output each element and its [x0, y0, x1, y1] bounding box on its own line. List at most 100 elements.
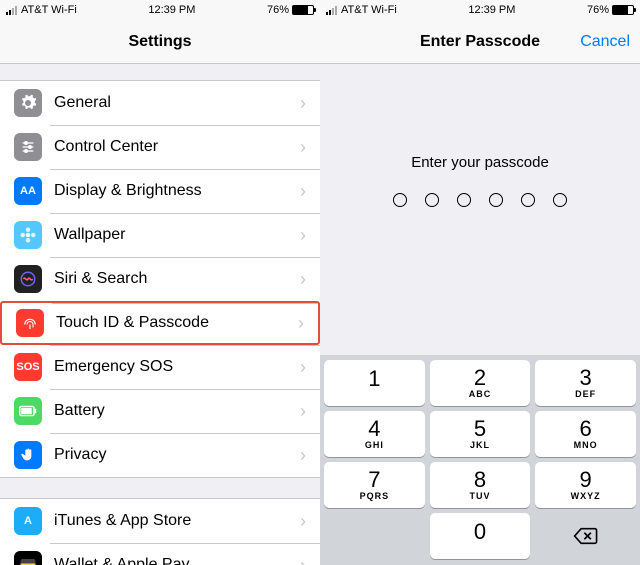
- keypad-key-3[interactable]: 3DEF: [535, 360, 636, 406]
- settings-row-display-brightness[interactable]: AA Display & Brightness›: [0, 169, 320, 213]
- nav-bar: Settings: [0, 20, 320, 64]
- chevron-right-icon: ›: [300, 511, 306, 532]
- settings-row-wallpaper[interactable]: Wallpaper›: [0, 213, 320, 257]
- battery-icon: [14, 397, 42, 425]
- key-letters: PQRS: [360, 491, 390, 501]
- itunes-appstore-icon: A: [14, 507, 42, 535]
- settings-row-emergency-sos[interactable]: SOSEmergency SOS›: [0, 345, 320, 389]
- wallet-applepay-icon: [14, 551, 42, 565]
- row-label: Wallpaper: [54, 226, 300, 244]
- keypad-key-6[interactable]: 6MNO: [535, 411, 636, 457]
- row-label: Emergency SOS: [54, 358, 300, 376]
- keypad-delete[interactable]: [535, 513, 636, 559]
- row-label: Wallet & Apple Pay: [54, 556, 300, 565]
- settings-row-wallet-applepay[interactable]: Wallet & Apple Pay›: [0, 543, 320, 565]
- row-label: iTunes & App Store: [54, 512, 300, 530]
- battery-icon: [612, 5, 634, 15]
- control-center-icon: [14, 133, 42, 161]
- signal-icon: [326, 6, 337, 15]
- chevron-right-icon: ›: [300, 445, 306, 466]
- settings-row-privacy[interactable]: Privacy›: [0, 433, 320, 477]
- page-title: Enter Passcode: [420, 33, 540, 51]
- keypad-key-8[interactable]: 8TUV: [430, 462, 531, 508]
- passcode-prompt: Enter your passcode: [411, 154, 549, 171]
- key-number: 2: [474, 367, 486, 389]
- settings-row-general[interactable]: General›: [0, 81, 320, 125]
- key-number: 3: [580, 367, 592, 389]
- battery-icon: [292, 5, 314, 15]
- siri-search-icon: [14, 265, 42, 293]
- key-number: 5: [474, 418, 486, 440]
- page-title: Settings: [128, 33, 191, 51]
- row-label: General: [54, 94, 300, 112]
- battery-pct: 76%: [267, 4, 289, 16]
- touchid-passcode-icon: [16, 309, 44, 337]
- carrier-label: AT&T Wi-Fi: [21, 4, 77, 16]
- chevron-right-icon: ›: [298, 313, 304, 334]
- passcode-screen: AT&T Wi-Fi 12:39 PM 76% Enter Passcode C…: [320, 0, 640, 565]
- chevron-right-icon: ›: [300, 181, 306, 202]
- settings-row-touchid-passcode[interactable]: Touch ID & Passcode›: [0, 301, 320, 345]
- key-number: 6: [580, 418, 592, 440]
- chevron-right-icon: ›: [300, 225, 306, 246]
- display-brightness-icon: AA: [14, 177, 42, 205]
- key-number: 0: [474, 521, 486, 543]
- settings-row-control-center[interactable]: Control Center›: [0, 125, 320, 169]
- passcode-body: Enter your passcode 12ABC3DEF4GHI5JKL6MN…: [320, 64, 640, 565]
- status-bar: AT&T Wi-Fi 12:39 PM 76%: [0, 0, 320, 20]
- passcode-dots: [393, 193, 567, 207]
- keypad-key-1[interactable]: 1: [324, 360, 425, 406]
- key-letters: DEF: [575, 389, 596, 399]
- passcode-dot: [425, 193, 439, 207]
- keypad-key-4[interactable]: 4GHI: [324, 411, 425, 457]
- key-letters: MNO: [574, 440, 598, 450]
- chevron-right-icon: ›: [300, 93, 306, 114]
- chevron-right-icon: ›: [300, 137, 306, 158]
- chevron-right-icon: ›: [300, 401, 306, 422]
- passcode-dot: [521, 193, 535, 207]
- privacy-icon: [14, 441, 42, 469]
- general-icon: [14, 89, 42, 117]
- row-label: Touch ID & Passcode: [56, 314, 298, 332]
- keypad-key-7[interactable]: 7PQRS: [324, 462, 425, 508]
- key-number: 7: [368, 469, 380, 491]
- key-letters: ABC: [469, 389, 492, 399]
- keypad-key-0[interactable]: 0: [430, 513, 531, 559]
- passcode-dot: [457, 193, 471, 207]
- cancel-button[interactable]: Cancel: [580, 33, 630, 51]
- key-number: 9: [580, 469, 592, 491]
- settings-screen: AT&T Wi-Fi 12:39 PM 76% Settings General…: [0, 0, 320, 565]
- settings-row-itunes-appstore[interactable]: AiTunes & App Store›: [0, 499, 320, 543]
- key-number: 4: [368, 418, 380, 440]
- row-label: Control Center: [54, 138, 300, 156]
- nav-bar: Enter Passcode Cancel: [320, 20, 640, 64]
- chevron-right-icon: ›: [300, 357, 306, 378]
- passcode-dot: [553, 193, 567, 207]
- keypad-key-2[interactable]: 2ABC: [430, 360, 531, 406]
- carrier-label: AT&T Wi-Fi: [341, 4, 397, 16]
- row-label: Privacy: [54, 446, 300, 464]
- signal-icon: [6, 6, 17, 15]
- keypad-key-9[interactable]: 9WXYZ: [535, 462, 636, 508]
- keypad-blank: [324, 513, 425, 559]
- key-letters: JKL: [470, 440, 490, 450]
- row-label: Display & Brightness: [54, 182, 300, 200]
- settings-list[interactable]: General›Control Center›AADisplay & Brigh…: [0, 64, 320, 565]
- row-label: Siri & Search: [54, 270, 300, 288]
- key-number: 8: [474, 469, 486, 491]
- key-letters: TUV: [469, 491, 490, 501]
- passcode-dot: [489, 193, 503, 207]
- clock: 12:39 PM: [148, 4, 195, 16]
- row-label: Battery: [54, 402, 300, 420]
- wallpaper-icon: [14, 221, 42, 249]
- passcode-dot: [393, 193, 407, 207]
- battery-pct: 76%: [587, 4, 609, 16]
- keypad-key-5[interactable]: 5JKL: [430, 411, 531, 457]
- numeric-keypad: 12ABC3DEF4GHI5JKL6MNO7PQRS8TUV9WXYZ0: [320, 355, 640, 565]
- key-letters: GHI: [365, 440, 384, 450]
- chevron-right-icon: ›: [300, 555, 306, 565]
- settings-row-battery[interactable]: Battery›: [0, 389, 320, 433]
- key-number: 1: [368, 368, 380, 390]
- settings-row-siri-search[interactable]: Siri & Search›: [0, 257, 320, 301]
- clock: 12:39 PM: [468, 4, 515, 16]
